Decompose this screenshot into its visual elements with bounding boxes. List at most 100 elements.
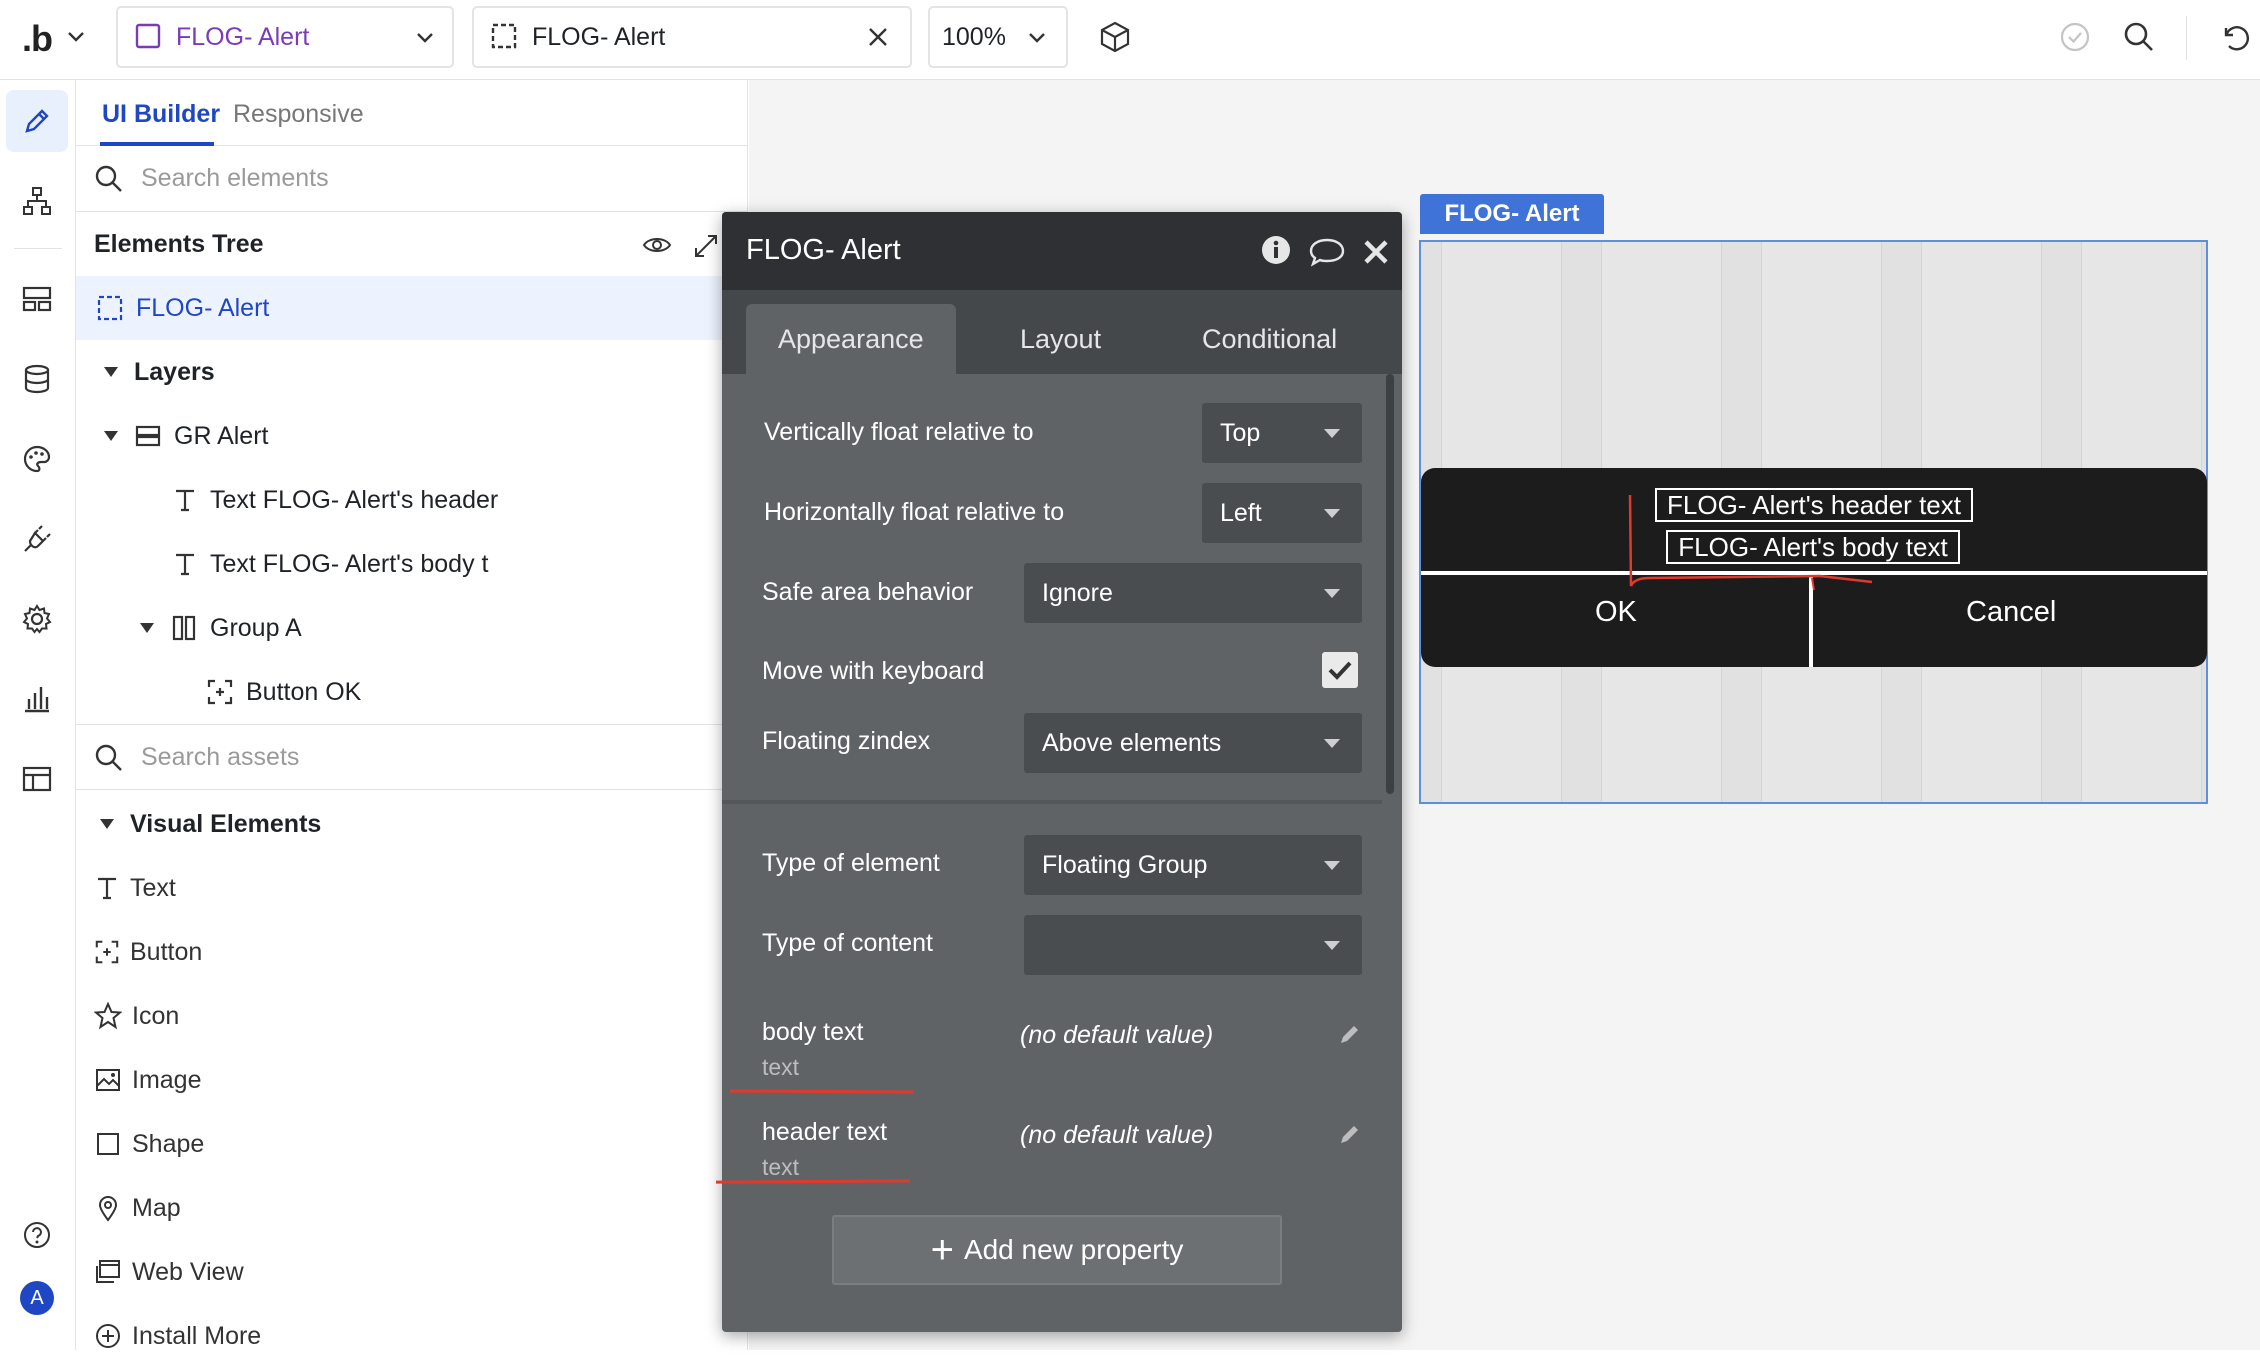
caret-down-icon[interactable] bbox=[104, 431, 118, 441]
tab-conditional[interactable]: Conditional bbox=[1202, 324, 1337, 355]
zoom-selector[interactable]: 100% bbox=[928, 6, 1068, 68]
tree-item-flog-alert[interactable]: FLOG- Alert bbox=[76, 276, 748, 340]
layout-icon bbox=[22, 286, 52, 312]
tree-item-text-body[interactable]: Text FLOG- Alert's body t bbox=[76, 532, 748, 596]
editor-title: FLOG- Alert bbox=[746, 234, 901, 266]
move-keyboard-checkbox[interactable] bbox=[1322, 652, 1358, 688]
tree-item-group-a[interactable]: Group A bbox=[76, 596, 748, 660]
add-new-property-button[interactable]: + Add new property bbox=[832, 1215, 1282, 1285]
templates-tab-button[interactable] bbox=[6, 748, 68, 810]
comment-icon[interactable] bbox=[1308, 236, 1346, 268]
caret-down-icon[interactable] bbox=[104, 367, 118, 377]
pencil-icon[interactable] bbox=[1338, 1122, 1362, 1146]
chevron-down-icon[interactable] bbox=[66, 26, 86, 46]
page-selector[interactable]: FLOG- Alert bbox=[116, 6, 454, 68]
group-columns-icon bbox=[172, 615, 196, 641]
visual-element-label: Text bbox=[130, 873, 176, 902]
add-property-label: Add new property bbox=[963, 1234, 1184, 1265]
vfloat-dropdown[interactable]: Top bbox=[1202, 403, 1362, 463]
bar-chart-icon bbox=[25, 687, 49, 713]
tree-item-button-ok[interactable]: Button OK bbox=[76, 660, 748, 724]
group-rows-icon bbox=[135, 425, 161, 447]
text-icon bbox=[98, 877, 116, 900]
visual-elements-header[interactable]: Visual Elements bbox=[76, 792, 748, 856]
visual-element-web-view[interactable]: Web View bbox=[94, 1252, 244, 1292]
database-icon bbox=[24, 364, 50, 394]
visual-element-icon[interactable]: Icon bbox=[94, 996, 179, 1036]
caret-down-icon[interactable] bbox=[140, 623, 154, 633]
logs-tab-button[interactable] bbox=[6, 668, 68, 730]
table-layout-icon bbox=[22, 766, 52, 792]
red-annotation-mark bbox=[1628, 494, 1873, 591]
settings-tab-button[interactable] bbox=[6, 588, 68, 650]
search-elements-input[interactable]: Search elements bbox=[141, 164, 329, 193]
search-icon[interactable] bbox=[2122, 20, 2156, 54]
visual-element-label: Button bbox=[130, 937, 203, 966]
type-content-dropdown[interactable] bbox=[1024, 915, 1362, 975]
caret-down-icon[interactable] bbox=[100, 819, 114, 829]
floating-zindex-dropdown[interactable]: Above elements bbox=[1024, 713, 1362, 773]
editor-title-bar[interactable]: FLOG- Alert bbox=[722, 212, 1402, 290]
tab-ui-builder[interactable]: UI Builder bbox=[102, 100, 220, 129]
visual-element-text[interactable]: Text bbox=[94, 868, 176, 908]
visual-element-map[interactable]: Map bbox=[94, 1188, 181, 1228]
alert-cancel-button[interactable]: Cancel bbox=[1966, 596, 2056, 629]
tree-item-text-header[interactable]: Text FLOG- Alert's header bbox=[76, 468, 748, 532]
expand-icon[interactable] bbox=[692, 232, 720, 260]
info-icon[interactable] bbox=[1260, 234, 1292, 266]
dropdown-arrow-icon bbox=[1324, 739, 1340, 748]
search-elements[interactable]: Search elements bbox=[76, 146, 748, 212]
hfloat-value: Left bbox=[1220, 499, 1262, 527]
image-icon bbox=[96, 1069, 120, 1091]
pencil-icon[interactable] bbox=[1338, 1022, 1362, 1046]
chevron-down-icon bbox=[1029, 33, 1045, 43]
plus-icon: + bbox=[930, 1228, 954, 1272]
plugins-tab-button[interactable] bbox=[6, 508, 68, 570]
tab-appearance[interactable]: Appearance bbox=[778, 324, 924, 355]
text-icon bbox=[176, 489, 194, 512]
property-editor: FLOG- Alert Appearance Layout Conditiona… bbox=[722, 212, 1402, 1332]
editor-scrollbar[interactable] bbox=[1386, 374, 1394, 794]
floating-zindex-value: Above elements bbox=[1042, 729, 1222, 757]
pencil-icon bbox=[25, 109, 49, 133]
design-tab-button[interactable] bbox=[6, 90, 68, 152]
gear-icon bbox=[22, 604, 52, 634]
bubble-logo[interactable]: .b bbox=[22, 18, 53, 60]
search-assets-input[interactable]: Search assets bbox=[141, 743, 299, 772]
styles-tab-button[interactable] bbox=[6, 428, 68, 490]
workflow-tab-button[interactable] bbox=[6, 170, 68, 232]
tab-responsive[interactable]: Responsive bbox=[233, 100, 364, 129]
styles-layout-button[interactable] bbox=[6, 268, 68, 330]
alert-ok-button[interactable]: OK bbox=[1595, 596, 1637, 629]
data-tab-button[interactable] bbox=[6, 348, 68, 410]
visual-element-shape[interactable]: Shape bbox=[94, 1124, 204, 1164]
search-icon bbox=[95, 165, 122, 192]
custom-prop-type: text bbox=[762, 1154, 800, 1180]
search-assets[interactable]: Search assets bbox=[76, 724, 748, 790]
type-element-value: Floating Group bbox=[1042, 851, 1208, 879]
visual-element-image[interactable]: Image bbox=[94, 1060, 201, 1100]
eye-icon[interactable] bbox=[642, 230, 672, 260]
question-circle-icon bbox=[24, 1222, 50, 1248]
undo-icon[interactable] bbox=[2218, 20, 2252, 54]
tab-layout[interactable]: Layout bbox=[1020, 324, 1101, 355]
search-icon bbox=[95, 744, 122, 771]
visual-element-button[interactable]: Button bbox=[94, 932, 202, 972]
tree-item-layers[interactable]: Layers bbox=[76, 340, 748, 404]
type-element-dropdown[interactable]: Floating Group bbox=[1024, 835, 1362, 895]
avatar[interactable]: A bbox=[20, 1281, 54, 1315]
custom-prop-type: text bbox=[762, 1054, 800, 1080]
tree-item-gr-alert[interactable]: GR Alert bbox=[76, 404, 748, 468]
close-icon[interactable] bbox=[866, 25, 890, 49]
hfloat-dropdown[interactable]: Left bbox=[1202, 483, 1362, 543]
safe-area-dropdown[interactable]: Ignore bbox=[1024, 563, 1362, 623]
check-circle-icon[interactable] bbox=[2059, 21, 2091, 53]
close-icon[interactable] bbox=[1362, 238, 1390, 266]
cube-icon[interactable] bbox=[1098, 20, 1132, 54]
floating-group-label[interactable]: FLOG- Alert bbox=[1420, 194, 1604, 234]
floating-zindex-label: Floating zindex bbox=[762, 727, 931, 755]
dropdown-arrow-icon bbox=[1324, 861, 1340, 870]
help-button[interactable] bbox=[6, 1204, 68, 1266]
element-selector[interactable]: FLOG- Alert bbox=[472, 6, 912, 68]
visual-element-install-more[interactable]: Install More bbox=[94, 1316, 261, 1356]
